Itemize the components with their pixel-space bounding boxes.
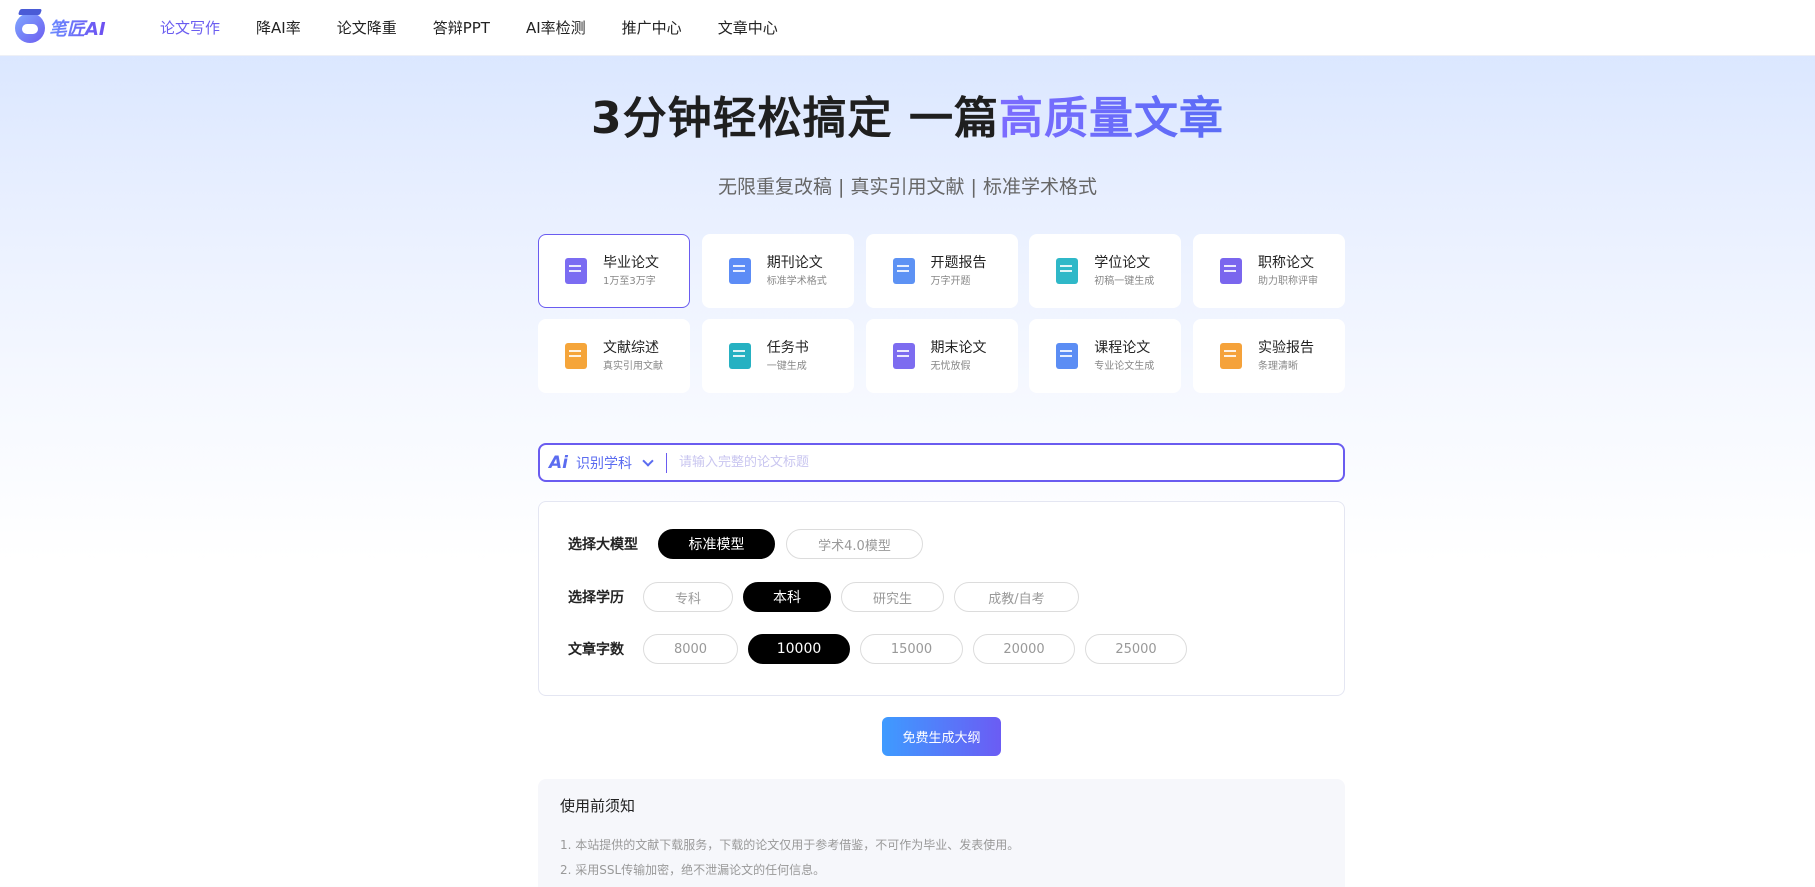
nav-item-defense-ppt[interactable]: 答辩PPT [433, 17, 490, 38]
card-title: 开题报告 [930, 255, 987, 271]
notice-title: 使用前须知 [560, 797, 636, 815]
card-title: 期刊论文 [766, 255, 823, 271]
subject-dropdown[interactable]: 识别学科 [575, 453, 654, 473]
hero-title-highlight: 高质量文章 [998, 93, 1224, 144]
model-option-academic[interactable]: 学术4.0模型 [786, 529, 923, 559]
card-title: 实验报告 [1258, 340, 1314, 356]
card-experiment-report[interactable]: 实验报告 条理清晰 [1193, 319, 1345, 393]
generate-outline-button[interactable]: 免费生成大纲 [882, 717, 1001, 756]
notice-line: 2. 采用SSL传输加密，绝不泄漏论文的任何信息。 [560, 863, 826, 877]
card-desc: 助力职称评审 [1258, 276, 1318, 287]
education-option-bachelor[interactable]: 本科 [743, 582, 831, 612]
card-desc: 条理清晰 [1258, 361, 1298, 372]
degree-cap-icon [1052, 256, 1082, 286]
education-option-graduate[interactable]: 研究生 [841, 582, 944, 612]
card-course-paper[interactable]: 课程论文专业论文生成 [1029, 319, 1182, 393]
card-title: 期末论文 [930, 340, 987, 356]
ai-icon: Ai [549, 452, 568, 473]
card-journal-paper[interactable]: 期刊论文标准学术格式 [701, 234, 854, 308]
logo[interactable]: 笔匠AI [15, 12, 145, 43]
word-count-option-25000[interactable]: 25000 [1085, 634, 1187, 664]
word-count-label: 文章字数 [568, 642, 624, 658]
model-option-standard[interactable]: 标准模型 [658, 529, 775, 559]
graduation-cap-icon [561, 256, 591, 286]
card-title: 文献综述 [603, 340, 659, 356]
education-option-adult-education[interactable]: 成教/自考 [954, 582, 1079, 612]
card-desc: 专业论文生成 [1094, 361, 1155, 372]
card-professional-title-paper[interactable]: 职称论文助力职称评审 [1193, 234, 1345, 308]
paper-type-grid: 毕业论文 1万至3万字 期刊论文标准学术格式 开题报告万字开题 学位论文初稿一键生… [538, 234, 1345, 393]
divider [665, 452, 667, 473]
chevron-down-icon [642, 454, 654, 467]
card-title: 毕业论文 [603, 255, 659, 271]
profile-certificate-icon [1216, 256, 1246, 286]
model-label: 选择大模型 [568, 537, 638, 553]
word-count-option-10000[interactable]: 10000 [748, 634, 850, 664]
hero-title: 3分钟轻松搞定 一篇高质量文章 [0, 82, 1815, 146]
course-document-icon [1052, 341, 1082, 371]
word-count-row: 文章字数 8000 10000 15000 20000 25000 [568, 634, 1187, 664]
robot-logo-icon [15, 12, 45, 43]
options-panel: 选择大模型 标准模型 学术4.0模型 选择学历 专科 本科 研究生 成教/自考 … [538, 501, 1345, 696]
card-literature-review[interactable]: 文献综述真实引用文献 [538, 319, 690, 393]
card-task-book[interactable]: 任务书 一键生成 [701, 319, 854, 393]
card-desc: 初稿一键生成 [1094, 276, 1155, 287]
card-desc: 1万至3万字 [603, 276, 656, 287]
journal-book-icon [725, 256, 755, 286]
card-graduation-thesis[interactable]: 毕业论文 1万至3万字 [538, 234, 690, 308]
task-clipboard-icon [725, 341, 755, 371]
card-desc: 无忧放假 [930, 361, 971, 372]
calendar-icon [889, 341, 919, 371]
education-row: 选择学历 专科 本科 研究生 成教/自考 [568, 582, 1079, 612]
usage-notice: 使用前须知 1. 本站提供的文献下载服务，下载的论文仅用于参考借鉴，不可作为毕业… [538, 779, 1345, 887]
education-label: 选择学历 [568, 590, 624, 606]
main-nav: 论文写作 降AI率 论文降重 答辩PPT AI率检测 推广中心 文章中心 [160, 17, 814, 38]
card-title: 任务书 [766, 340, 809, 356]
word-count-option-15000[interactable]: 15000 [860, 634, 963, 664]
card-title: 学位论文 [1094, 255, 1151, 271]
title-input[interactable] [678, 455, 1343, 470]
nav-item-reduce-ai-rate[interactable]: 降AI率 [256, 17, 301, 38]
hero-title-main: 3分钟轻松搞定 一篇 [591, 93, 999, 144]
nav-item-reduce-duplication[interactable]: 论文降重 [337, 17, 397, 38]
experiment-report-icon [1216, 341, 1246, 371]
card-desc: 万字开题 [930, 276, 971, 287]
card-title: 课程论文 [1094, 340, 1151, 356]
card-desc: 标准学术格式 [766, 276, 827, 287]
nav-item-promotion-center[interactable]: 推广中心 [622, 17, 682, 38]
card-desc: 真实引用文献 [603, 361, 663, 372]
title-search-bar: Ai 识别学科 [538, 443, 1345, 482]
card-desc: 一键生成 [766, 361, 807, 372]
report-document-icon [889, 256, 919, 286]
card-proposal-report[interactable]: 开题报告 万字开题 [865, 234, 1018, 308]
card-title: 职称论文 [1258, 255, 1314, 271]
literature-folder-icon [561, 341, 591, 371]
top-navbar: 笔匠AI 论文写作 降AI率 论文降重 答辩PPT AI率检测 推广中心 文章中… [0, 0, 1815, 56]
card-final-paper[interactable]: 期末论文 无忧放假 [865, 319, 1018, 393]
word-count-option-20000[interactable]: 20000 [973, 634, 1075, 664]
logo-text: 笔匠AI [49, 15, 106, 41]
card-degree-thesis[interactable]: 学位论文初稿一键生成 [1029, 234, 1182, 308]
hero-subtitle: 无限重复改稿 | 真实引用文献 | 标准学术格式 [718, 176, 1097, 198]
word-count-option-8000[interactable]: 8000 [643, 634, 738, 664]
nav-item-ai-detection[interactable]: AI率检测 [526, 17, 586, 38]
nav-item-thesis-writing[interactable]: 论文写作 [160, 17, 220, 38]
notice-line: 1. 本站提供的文献下载服务，下载的论文仅用于参考借鉴，不可作为毕业、发表使用。 [560, 838, 1020, 852]
subject-dropdown-label: 识别学科 [575, 455, 632, 472]
model-row: 选择大模型 标准模型 学术4.0模型 [568, 529, 923, 559]
nav-item-article-center[interactable]: 文章中心 [718, 17, 778, 38]
education-option-junior-college[interactable]: 专科 [643, 582, 733, 612]
